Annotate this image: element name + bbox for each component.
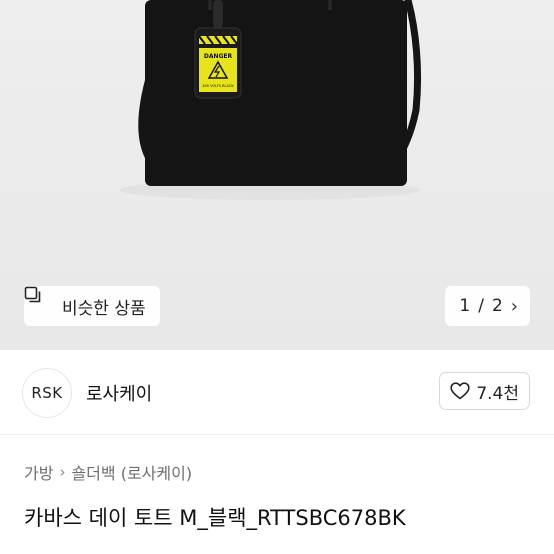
- like-button[interactable]: 7.4천: [439, 372, 530, 410]
- image-pager[interactable]: 1 / 2 ›: [445, 286, 530, 326]
- danger-tag: DANGER 400 VOLTS BLACK: [194, 27, 242, 99]
- product-image-gallery[interactable]: DANGER 400 VOLTS BLACK 비슷한 상품 1 / 2 ›: [0, 0, 554, 350]
- shop-info-row[interactable]: RSK 로사케이 7.4천: [0, 350, 554, 434]
- tag-text: DANGER: [204, 53, 233, 60]
- chevron-right-icon[interactable]: ›: [511, 296, 518, 317]
- breadcrumb-item-category[interactable]: 가방: [24, 460, 53, 484]
- shop-name[interactable]: 로사케이: [86, 380, 152, 406]
- section-divider: [0, 434, 554, 435]
- chevron-right-icon: ›: [59, 463, 66, 481]
- like-count: 7.4천: [476, 383, 519, 404]
- breadcrumb-item-subcategory[interactable]: 숄더백 (로사케이): [71, 460, 192, 484]
- product-title: 카바스 데이 토트 M_블랙_RTTSBC678BK: [24, 506, 406, 530]
- similar-products-label: 비슷한 상품: [62, 298, 146, 319]
- similar-products-button[interactable]: 비슷한 상품: [24, 286, 160, 326]
- product-page: DANGER 400 VOLTS BLACK 비슷한 상품 1 / 2 › RS…: [0, 0, 554, 554]
- heart-icon: [450, 382, 470, 400]
- pager-current: 1: [459, 296, 471, 316]
- breadcrumb: 가방 › 숄더백 (로사케이): [24, 460, 192, 484]
- similar-items-icon: [24, 286, 54, 315]
- bag-body: [145, 0, 407, 186]
- shop-avatar-text: RSK: [31, 384, 63, 402]
- shop-avatar[interactable]: RSK: [22, 368, 72, 418]
- pager-total: 2: [491, 296, 503, 316]
- tag-subtext: 400 VOLTS BLACK: [202, 84, 234, 88]
- pager-separator: /: [478, 296, 484, 316]
